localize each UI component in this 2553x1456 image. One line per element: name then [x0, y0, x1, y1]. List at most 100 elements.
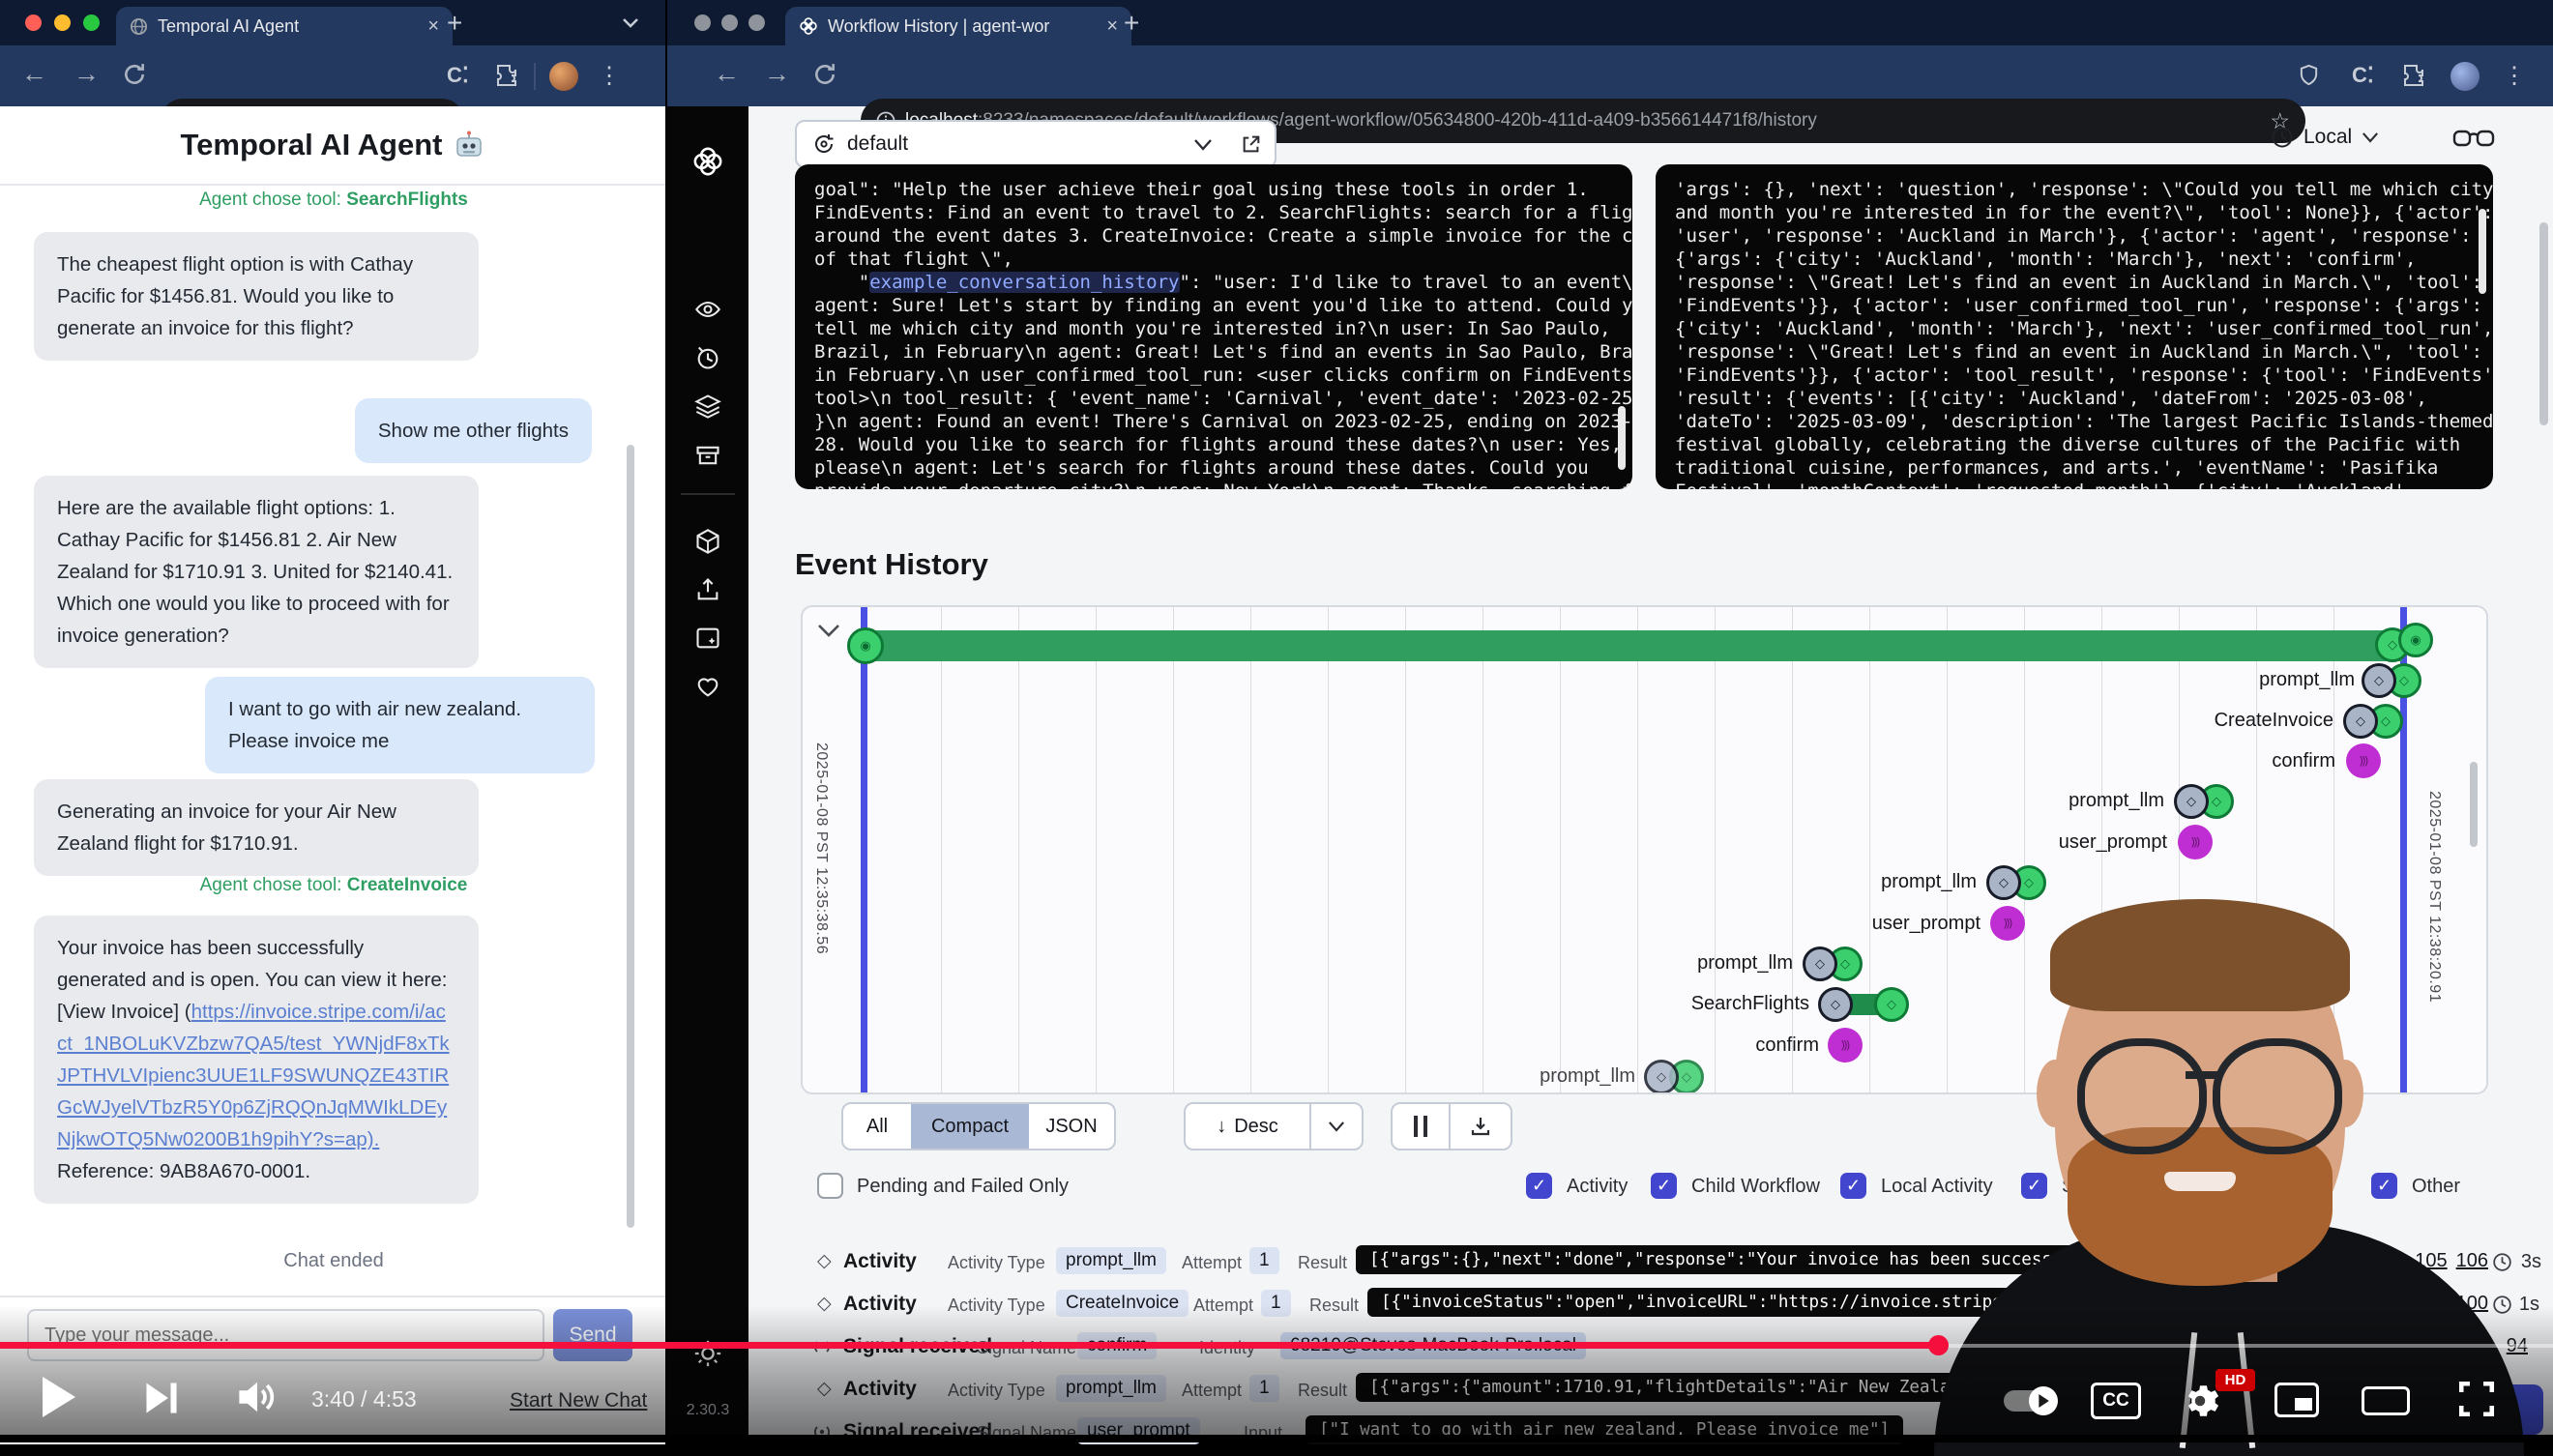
zoom-window-button[interactable]: [83, 15, 100, 31]
autoplay-toggle[interactable]: [2004, 1390, 2054, 1412]
namespace-selector[interactable]: default: [795, 120, 1230, 168]
sort-order-button[interactable]: ↓Desc: [1184, 1102, 1364, 1150]
page-scrollbar[interactable]: [2539, 222, 2548, 425]
video-progress-remaining[interactable]: [1938, 1344, 2553, 1348]
temporal-logo-icon[interactable]: [667, 145, 748, 178]
zoom-window-button[interactable]: [748, 15, 765, 31]
view-all-button[interactable]: All: [843, 1104, 911, 1149]
nav-import-icon[interactable]: [667, 576, 748, 603]
event-history-title: Event History: [795, 547, 988, 582]
activity-completed-marker[interactable]: ◇: [1874, 987, 1909, 1022]
theater-mode-button[interactable]: [2362, 1386, 2410, 1415]
back-button[interactable]: ←: [21, 61, 47, 87]
minimize-window-button[interactable]: [54, 15, 71, 31]
collapse-chevron-icon[interactable]: [816, 623, 841, 638]
forward-button[interactable]: →: [764, 61, 790, 87]
video-letterbox-bottom: [0, 1435, 2553, 1442]
nav-workflows-icon[interactable]: [667, 296, 748, 323]
pending-failed-checkbox[interactable]: [817, 1173, 843, 1199]
timeline-scrollbar[interactable]: [2470, 762, 2478, 847]
event-label: prompt_llm: [2259, 669, 2355, 691]
close-window-button[interactable]: [694, 15, 711, 31]
chrome-menu-kebab-icon[interactable]: ⋮: [2503, 62, 2526, 90]
minimize-window-button[interactable]: [721, 15, 738, 31]
temporal-nav-rail: 2.30.3: [667, 106, 748, 1442]
signal-marker[interactable]: ))): [1828, 1028, 1863, 1063]
timezone-selector[interactable]: Local: [2271, 126, 2379, 149]
play-button[interactable]: [39, 1375, 77, 1419]
back-button[interactable]: ←: [714, 61, 740, 87]
workflow-end-marker[interactable]: ◉: [2398, 623, 2433, 657]
tab-search-chevron-icon[interactable]: [621, 15, 640, 29]
workflow-input-json-right[interactable]: 'args': {}, 'next': 'question', 'respons…: [1656, 164, 2493, 489]
filter-activity-checkbox[interactable]: ✓: [1526, 1173, 1552, 1199]
tab-close-icon[interactable]: ×: [1106, 15, 1118, 38]
labs-glasses-icon[interactable]: [2452, 126, 2495, 153]
extensions-puzzle-icon[interactable]: [495, 63, 518, 86]
timeline-start-timestamp: 2025-01-08 PST 12:35:38.56: [812, 743, 830, 954]
glasses-left-lens: [2077, 1038, 2207, 1154]
chrome-menu-kebab-icon[interactable]: ⋮: [598, 62, 621, 90]
sort-chevron-button[interactable]: [1311, 1121, 1362, 1132]
filter-local-activity-checkbox[interactable]: ✓: [1840, 1173, 1866, 1199]
user-message: Show me other flights: [355, 398, 592, 463]
activity-scheduled-marker[interactable]: ◇: [1644, 1060, 1679, 1094]
video-playhead[interactable]: [1928, 1335, 1949, 1355]
nav-feedback-heart-icon[interactable]: [667, 673, 748, 700]
reload-button[interactable]: [812, 62, 837, 87]
activity-scheduled-marker[interactable]: ◇: [1803, 946, 1837, 981]
extension-ci-icon[interactable]: C⁚: [2352, 63, 2374, 88]
tab-workflow-history[interactable]: Workflow History | agent-wor ×: [785, 7, 1131, 45]
workflow-start-marker[interactable]: ◉: [847, 627, 884, 664]
reload-button[interactable]: [122, 62, 147, 87]
profile-avatar[interactable]: [2450, 62, 2480, 91]
code-scrollbar[interactable]: [1618, 406, 1626, 470]
volume-button[interactable]: [236, 1377, 279, 1417]
extension-shield-icon[interactable]: [2298, 64, 2320, 86]
pause-button[interactable]: [1393, 1116, 1449, 1137]
globe-favicon-icon: [130, 17, 148, 36]
workflow-execution-bar[interactable]: [865, 630, 2402, 661]
captions-button[interactable]: CC: [2091, 1383, 2141, 1419]
nav-namespaces-icon[interactable]: [667, 393, 748, 420]
nav-deployments-icon[interactable]: [667, 528, 748, 555]
download-history-button[interactable]: [1451, 1115, 1511, 1138]
nav-archive-icon[interactable]: [667, 442, 748, 469]
extension-ci-icon[interactable]: C⁚: [447, 63, 469, 88]
code-scrollbar[interactable]: [2479, 209, 2486, 294]
activity-scheduled-marker[interactable]: ◇: [1818, 987, 1853, 1022]
hair: [2050, 899, 2350, 1011]
forward-button[interactable]: →: [73, 61, 100, 87]
bot-message: Here are the available flight options: 1…: [34, 476, 479, 668]
view-compact-button[interactable]: Compact: [911, 1104, 1029, 1149]
new-tab-button[interactable]: +: [447, 8, 462, 39]
signal-marker[interactable]: ))): [2178, 825, 2213, 859]
view-segmented-control: All Compact JSON: [841, 1102, 1116, 1150]
tab-close-icon[interactable]: ×: [427, 15, 439, 38]
next-button[interactable]: [143, 1379, 180, 1417]
nav-docs-icon[interactable]: [667, 625, 748, 652]
view-json-button[interactable]: JSON: [1029, 1104, 1114, 1149]
video-progress-bar[interactable]: [0, 1342, 1938, 1349]
workflow-input-json-left[interactable]: goal": "Help the user achieve their goal…: [795, 164, 1632, 489]
new-tab-button[interactable]: +: [1124, 8, 1139, 39]
chat-scrollbar[interactable]: [627, 445, 634, 1228]
miniplayer-button[interactable]: [2274, 1383, 2319, 1417]
open-namespace-button[interactable]: [1228, 120, 1276, 168]
activity-scheduled-marker[interactable]: ◇: [2362, 663, 2396, 698]
invoice-link[interactable]: https://invoice.stripe.com/i/acct_1NBOLu…: [57, 1001, 450, 1150]
fullscreen-button[interactable]: [2456, 1379, 2497, 1419]
activity-scheduled-marker[interactable]: ◇: [2174, 784, 2209, 819]
settings-gear-button[interactable]: [2180, 1381, 2220, 1421]
nav-schedules-icon[interactable]: [667, 344, 748, 371]
event-label: prompt_llm: [1881, 871, 1977, 893]
profile-avatar[interactable]: [549, 62, 578, 91]
signal-marker[interactable]: ))): [2346, 743, 2381, 778]
event-label: SearchFlights: [1691, 993, 1809, 1015]
activity-scheduled-marker[interactable]: ◇: [2343, 704, 2378, 739]
extensions-puzzle-icon[interactable]: [2402, 63, 2425, 86]
tab-temporal-ai-agent[interactable]: Temporal AI Agent ×: [116, 7, 453, 45]
close-window-button[interactable]: [25, 15, 42, 31]
bot-message: The cheapest flight option is with Catha…: [34, 232, 479, 361]
filter-child-workflow-checkbox[interactable]: ✓: [1651, 1173, 1677, 1199]
